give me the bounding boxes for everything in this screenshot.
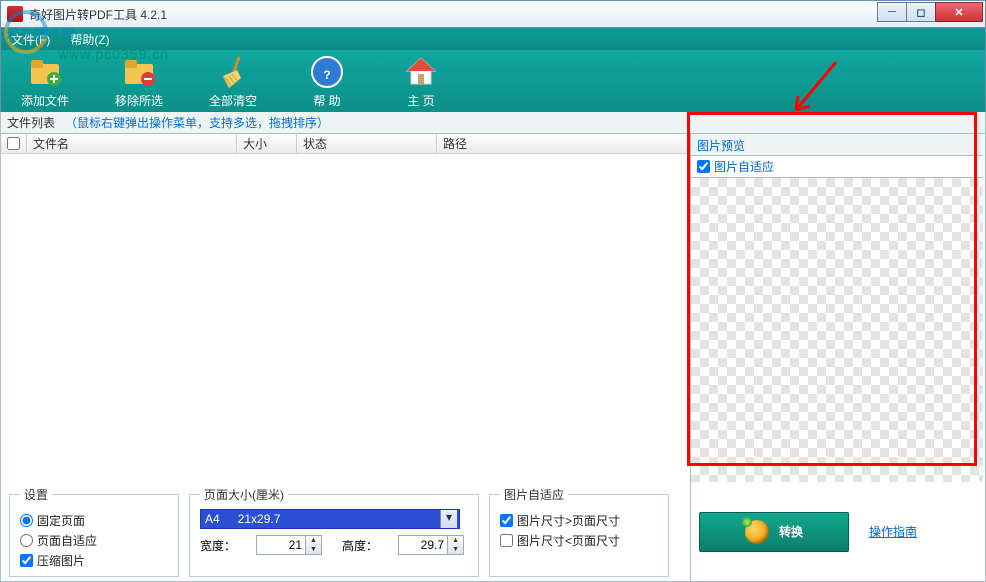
clear-all-button[interactable]: 全部清空 — [201, 54, 265, 109]
watermark-url: www.pc0359.cn — [58, 46, 169, 62]
image-fit-legend: 图片自适应 — [500, 486, 568, 503]
page-preset-select[interactable]: A4 21x29.7 — [200, 509, 460, 529]
height-input[interactable] — [398, 535, 448, 555]
preview-panel: 图片预览 图片自适应 — [690, 134, 983, 482]
file-list-title: 文件列表 — [7, 114, 55, 131]
column-filename[interactable]: 文件名 — [27, 134, 237, 153]
help-icon: ? — [309, 54, 345, 90]
preset-dim: 21x29.7 — [238, 512, 281, 526]
convert-label: 转换 — [779, 523, 803, 540]
width-up[interactable]: ▲ — [306, 536, 321, 545]
home-button[interactable]: 主 页 — [389, 54, 453, 109]
height-down[interactable]: ▼ — [448, 545, 463, 554]
file-list-panel: 文件名 大小 状态 路径 — [1, 134, 690, 482]
window-title: 奇好图片转PDF工具 4.2.1 — [27, 6, 877, 23]
watermark: 河东软件园 www.pc0359.cn — [6, 12, 76, 46]
title-bar: 奇好图片转PDF工具 4.2.1 ─ ◻ ✕ — [0, 0, 986, 28]
height-spinner[interactable]: ▲▼ — [398, 535, 464, 555]
width-label: 宽度： — [200, 537, 236, 554]
guide-link[interactable]: 操作指南 — [869, 523, 917, 540]
file-list-header: 文件列表 （鼠标右键弹出操作菜单，支持多选，拖拽排序） — [0, 112, 986, 134]
width-down[interactable]: ▼ — [306, 545, 321, 554]
radio-fixed-page[interactable]: 固定页面 — [20, 512, 168, 529]
preview-canvas — [691, 178, 983, 482]
height-label: 高度： — [342, 537, 378, 554]
preview-fit-row: 图片自适应 — [691, 156, 983, 178]
add-file-label: 添加文件 — [13, 92, 77, 109]
remove-label: 移除所选 — [107, 92, 171, 109]
width-spinner[interactable]: ▲▼ — [256, 535, 322, 555]
checkbox-fit-lt[interactable]: 图片尺寸<页面尺寸 — [500, 532, 658, 549]
home-icon — [403, 54, 439, 90]
settings-legend: 设置 — [20, 486, 52, 503]
watermark-text: 河东软件园 — [6, 27, 76, 41]
svg-text:?: ? — [323, 68, 330, 82]
close-button[interactable]: ✕ — [935, 2, 983, 22]
help-button[interactable]: ? 帮 助 — [295, 54, 359, 109]
column-checkbox[interactable] — [1, 134, 27, 153]
preview-title: 图片预览 — [691, 134, 983, 156]
page-size-group: 页面大小(厘米) A4 21x29.7 宽度： ▲▼ 高度： ▲▼ — [189, 486, 479, 577]
table-body[interactable] — [1, 154, 690, 463]
image-fit-group: 图片自适应 图片尺寸>页面尺寸 图片尺寸<页面尺寸 — [489, 486, 669, 577]
column-state[interactable]: 状态 — [297, 134, 437, 153]
clear-label: 全部清空 — [201, 92, 265, 109]
table-header: 文件名 大小 状态 路径 — [1, 134, 690, 154]
settings-group: 设置 固定页面 页面自适应 压缩图片 — [9, 486, 179, 577]
maximize-button[interactable]: ◻ — [906, 2, 936, 22]
column-size[interactable]: 大小 — [237, 134, 297, 153]
convert-button[interactable]: 转换 — [699, 512, 849, 552]
select-all-checkbox[interactable] — [7, 137, 20, 150]
height-up[interactable]: ▲ — [448, 536, 463, 545]
gear-icon — [745, 520, 769, 544]
column-path[interactable]: 路径 — [437, 134, 690, 153]
preview-fit-label: 图片自适应 — [714, 158, 774, 175]
file-list-hint: （鼠标右键弹出操作菜单，支持多选，拖拽排序） — [65, 114, 329, 131]
broom-icon — [215, 54, 251, 90]
checkbox-fit-gt[interactable]: 图片尺寸>页面尺寸 — [500, 512, 658, 529]
preview-fit-checkbox[interactable] — [697, 160, 710, 173]
page-size-legend: 页面大小(厘米) — [200, 486, 288, 503]
checkbox-compress[interactable]: 压缩图片 — [20, 552, 168, 569]
minimize-button[interactable]: ─ — [877, 2, 907, 22]
radio-page-adapt[interactable]: 页面自适应 — [20, 532, 168, 549]
help-label: 帮 助 — [295, 92, 359, 109]
home-label: 主 页 — [389, 92, 453, 109]
preset-name: A4 — [205, 512, 220, 526]
width-input[interactable] — [256, 535, 306, 555]
